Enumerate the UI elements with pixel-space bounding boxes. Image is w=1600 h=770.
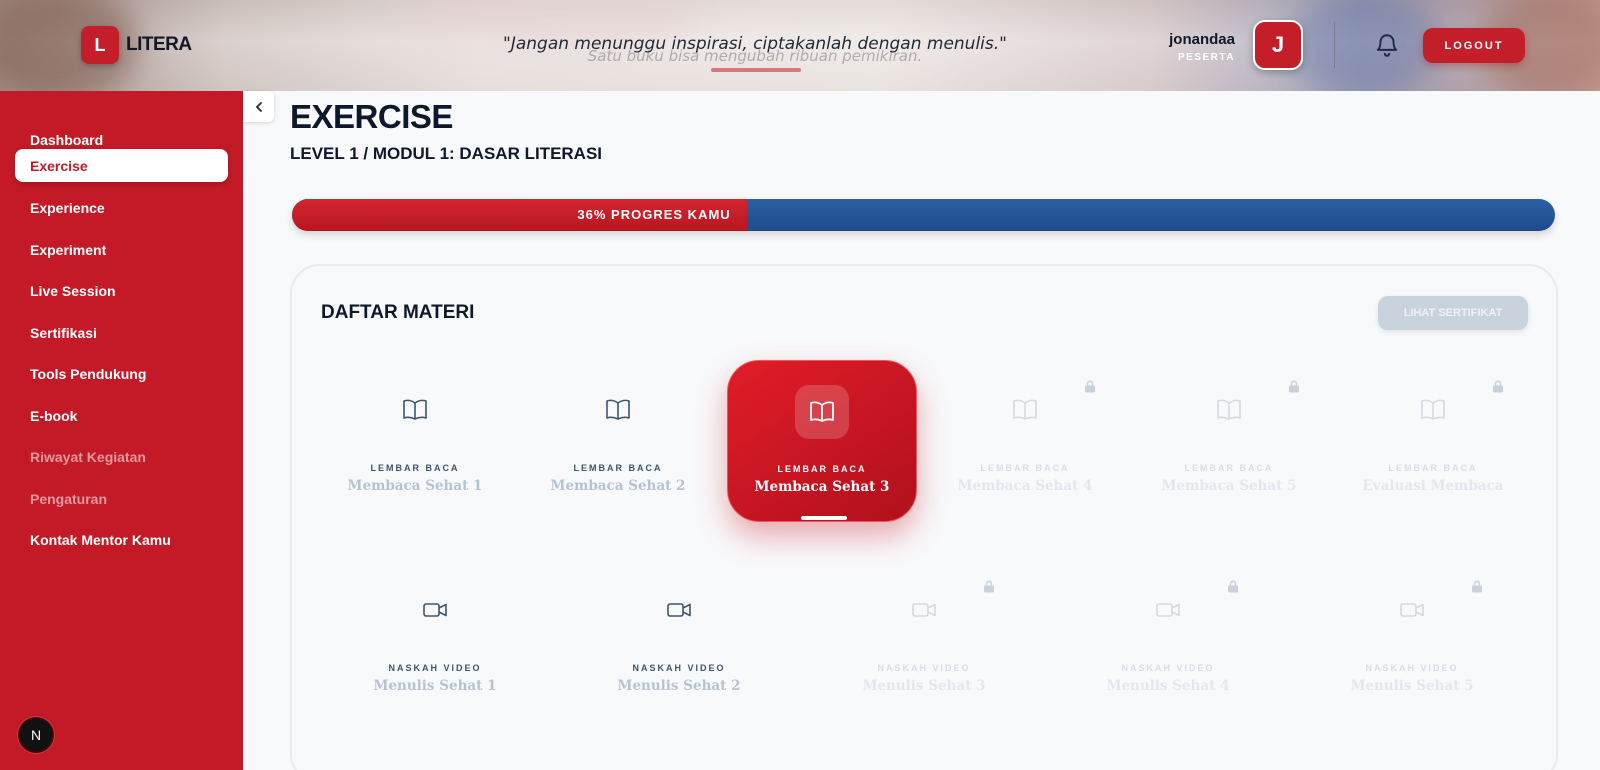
bell-icon[interactable]: [1374, 32, 1400, 58]
card-title: Membaca Sehat 4: [957, 478, 1093, 494]
top-header: L LITERA Satu buku bisa mengubah ribuan …: [0, 0, 1600, 91]
user-name: jonandaa: [1169, 31, 1235, 48]
card-kind: LEMBAR BACA: [1184, 463, 1274, 473]
video-camera-icon: [1151, 596, 1185, 624]
material-card-locked: LEMBAR BACA Membaca Sehat 5: [1134, 360, 1324, 522]
card-kind: LEMBAR BACA: [1388, 463, 1478, 473]
sidebar-item-exercise[interactable]: Exercise: [15, 149, 228, 182]
video-camera-icon: [418, 596, 452, 624]
material-card-locked: NASKAH VIDEO Menulis Sehat 5: [1317, 560, 1507, 722]
material-card[interactable]: NASKAH VIDEO Menulis Sehat 1: [340, 560, 530, 722]
breadcrumb: LEVEL 1 / MODUL 1: DASAR LITERASI: [290, 144, 603, 163]
book-open-icon: [398, 396, 432, 424]
lock-icon: [1288, 380, 1302, 394]
active-indicator: [801, 516, 847, 520]
sidebar: Dashboard Exercise Experience Experiment…: [0, 91, 243, 770]
card-kind: LEMBAR BACA: [777, 464, 867, 474]
card-kind: LEMBAR BACA: [980, 463, 1070, 473]
sidebar-item-pengaturan[interactable]: Pengaturan: [15, 482, 228, 515]
progress-bar: 36% PROGRES KAMU: [292, 199, 1555, 231]
avatar[interactable]: J: [1253, 20, 1303, 70]
card-title: Menulis Sehat 1: [373, 678, 497, 694]
material-card-locked: LEMBAR BACA Evaluasi Membaca: [1338, 360, 1528, 522]
card-title: Evaluasi Membaca: [1362, 478, 1504, 494]
quote-indicator: [711, 68, 801, 72]
card-kind: LEMBAR BACA: [370, 463, 460, 473]
sidebar-item-riwayat-kegiatan[interactable]: Riwayat Kegiatan: [15, 440, 228, 473]
material-card[interactable]: LEMBAR BACA Membaca Sehat 1: [320, 360, 510, 522]
progress-label: 36% PROGRES KAMU: [577, 207, 731, 222]
card-kind: NASKAH VIDEO: [1365, 663, 1459, 673]
dev-badge[interactable]: N: [18, 717, 54, 753]
card-kind: NASKAH VIDEO: [877, 663, 971, 673]
sidebar-item-sertifikasi[interactable]: Sertifikasi: [15, 316, 228, 349]
book-open-icon: [1416, 396, 1450, 424]
material-card-locked: LEMBAR BACA Membaca Sehat 4: [930, 360, 1120, 522]
lock-icon: [1227, 580, 1241, 594]
card-kind: NASKAH VIDEO: [632, 663, 726, 673]
sidebar-collapse-button[interactable]: [243, 91, 274, 122]
card-title: Menulis Sehat 5: [1350, 678, 1474, 694]
card-title: Membaca Sehat 1: [347, 478, 483, 494]
logout-button[interactable]: LOGOUT: [1423, 28, 1525, 63]
video-camera-icon: [662, 596, 696, 624]
lock-icon: [1471, 580, 1485, 594]
chevron-left-icon: [255, 101, 262, 112]
card-title: Membaca Sehat 2: [550, 478, 686, 494]
sidebar-item-tools-pendukung[interactable]: Tools Pendukung: [15, 357, 228, 390]
lock-icon: [1084, 380, 1098, 394]
book-open-icon: [1212, 396, 1246, 424]
card-kind: LEMBAR BACA: [573, 463, 663, 473]
view-certificate-button[interactable]: LIHAT SERTIFIKAT: [1378, 296, 1528, 330]
card-title: Membaca Sehat 5: [1161, 478, 1297, 494]
progress-fill: 36% PROGRES KAMU: [292, 199, 747, 231]
card-title: Menulis Sehat 3: [862, 678, 986, 694]
material-card-locked: NASKAH VIDEO Menulis Sehat 4: [1073, 560, 1263, 722]
material-card[interactable]: NASKAH VIDEO Menulis Sehat 2: [584, 560, 774, 722]
sidebar-item-live-session[interactable]: Live Session: [15, 274, 228, 307]
sidebar-item-experiment[interactable]: Experiment: [15, 233, 228, 266]
lock-icon: [983, 580, 997, 594]
sidebar-item-kontak-mentor[interactable]: Kontak Mentor Kamu: [15, 523, 228, 556]
card-kind: NASKAH VIDEO: [388, 663, 482, 673]
page-title: EXERCISE: [290, 98, 453, 135]
card-kind: NASKAH VIDEO: [1121, 663, 1215, 673]
lock-icon: [1492, 380, 1506, 394]
video-camera-icon: [1395, 596, 1429, 624]
card-title: Menulis Sehat 2: [617, 678, 741, 694]
user-role: PESERTA: [1178, 52, 1235, 63]
book-open-icon: [795, 385, 849, 439]
panel-title: DAFTAR MATERI: [321, 302, 475, 323]
material-card-active[interactable]: LEMBAR BACA Membaca Sehat 3: [727, 360, 917, 522]
book-open-icon: [601, 396, 635, 424]
material-card-locked: NASKAH VIDEO Menulis Sehat 3: [829, 560, 1019, 722]
material-card[interactable]: LEMBAR BACA Membaca Sehat 2: [523, 360, 713, 522]
sidebar-item-ebook[interactable]: E-book: [15, 399, 228, 432]
video-camera-icon: [907, 596, 941, 624]
card-title: Menulis Sehat 4: [1106, 678, 1230, 694]
book-open-icon: [1008, 396, 1042, 424]
card-title: Membaca Sehat 3: [754, 479, 890, 495]
header-divider: [1334, 22, 1335, 68]
sidebar-item-experience[interactable]: Experience: [15, 191, 228, 224]
